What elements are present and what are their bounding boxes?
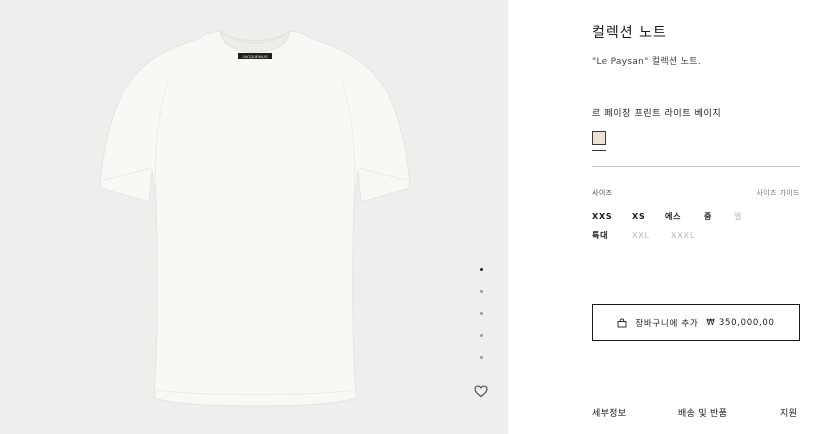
product-subtitle: "Le Paysan" 컬렉션 노트. xyxy=(592,57,701,67)
size-option-l[interactable]: 엘 xyxy=(734,211,742,222)
divider xyxy=(592,166,800,167)
add-to-cart-label: 장바구니에 추가 xyxy=(635,318,699,329)
size-option-xs[interactable]: XS xyxy=(632,212,665,221)
size-options-row-1: XXS XS 에스 중 엘 xyxy=(592,211,742,222)
size-option-s[interactable]: 에스 xyxy=(665,211,704,222)
swatch-selected-indicator xyxy=(592,150,606,151)
tab-details[interactable]: 세부정보 xyxy=(592,406,626,419)
tab-support[interactable]: 지원 xyxy=(780,406,797,419)
gallery-dot-1[interactable] xyxy=(480,268,483,271)
price: ₩ 350,000,00 xyxy=(706,317,775,328)
size-guide-link[interactable]: 사이즈 가이드 xyxy=(756,188,800,198)
size-option-xxxl[interactable]: XXXL xyxy=(671,231,695,240)
gallery-dot-5[interactable] xyxy=(480,356,483,359)
gallery-dot-2[interactable] xyxy=(480,290,483,293)
gallery-dot-3[interactable] xyxy=(480,312,483,315)
brand-label: JACQUEMUS xyxy=(242,54,267,59)
color-swatch-light-beige[interactable] xyxy=(592,131,606,145)
size-option-xl[interactable]: 특대 xyxy=(592,230,632,241)
product-gallery: JACQUEMUS xyxy=(0,0,508,434)
product-image-tshirt: JACQUEMUS xyxy=(99,29,411,407)
color-name: 르 페이장 프린트 라이트 베이지 xyxy=(592,109,722,119)
gallery-pagination xyxy=(478,268,486,378)
size-option-m[interactable]: 중 xyxy=(704,211,734,222)
add-to-cart-button[interactable]: 장바구니에 추가 ₩ 350,000,00 xyxy=(592,304,800,341)
heart-icon[interactable] xyxy=(473,383,489,399)
size-option-xxl[interactable]: XXL xyxy=(632,231,671,240)
shopping-bag-icon xyxy=(617,317,627,327)
gallery-dot-4[interactable] xyxy=(480,334,483,337)
size-label: 사이즈 xyxy=(592,189,613,197)
size-options-row-2: 특대 XXL XXXL xyxy=(592,230,695,241)
tab-shipping-returns[interactable]: 배송 및 반품 xyxy=(678,406,727,419)
product-title: 컬렉션 노트 xyxy=(592,25,667,41)
size-option-xxs[interactable]: XXS xyxy=(592,212,632,221)
